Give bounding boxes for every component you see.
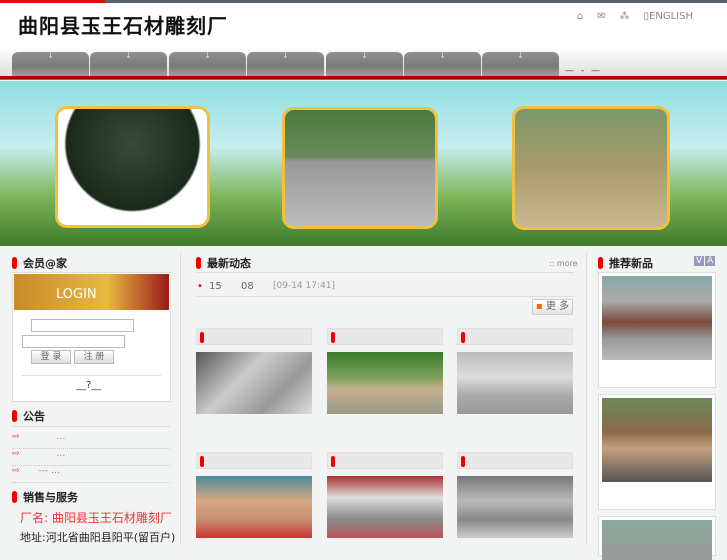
nav-tab-6[interactable]: ↓	[404, 52, 481, 76]
product-title-bar[interactable]	[196, 452, 312, 469]
login-box: LOGIN 登 录 注 册 __?__	[12, 272, 171, 402]
bullet-icon: •	[197, 281, 203, 292]
nav-tab-7[interactable]: ↓	[482, 52, 559, 76]
notice-item[interactable]: ⇨ …	[12, 432, 170, 449]
product-image[interactable]	[327, 352, 443, 414]
nav-extra: — - —	[565, 66, 602, 76]
product-title-bar[interactable]	[327, 452, 443, 469]
product-title-bar[interactable]	[457, 328, 573, 345]
nav-tab-2[interactable]: ↓	[90, 52, 167, 76]
divider	[196, 272, 574, 273]
divider	[586, 252, 587, 545]
divider	[196, 296, 574, 297]
home-icon[interactable]: ⌂	[577, 11, 583, 22]
sales-heading: 销售与服务	[12, 489, 78, 505]
bullet-icon: ▪	[535, 301, 543, 312]
recommend-image	[602, 398, 712, 482]
news-title: 最新动态	[207, 257, 251, 270]
product-title-bar[interactable]	[327, 328, 443, 345]
product-title-bar[interactable]	[457, 452, 573, 469]
notice-heading: 公告	[12, 408, 45, 424]
scroll-up-button[interactable]: A	[705, 256, 716, 266]
nav-tab-5[interactable]: ↓	[326, 52, 403, 76]
recommend-image	[602, 276, 712, 360]
divider	[180, 252, 181, 545]
notice-item[interactable]: ⇨ …	[12, 449, 170, 466]
recommend-nav: V A	[694, 256, 716, 266]
banner-photo-2	[282, 107, 438, 229]
recommend-item[interactable]	[598, 516, 716, 560]
arrow-icon: ⇨	[12, 466, 20, 476]
arrow-icon: ⇨	[12, 432, 20, 442]
nav-tab-4[interactable]: ↓	[247, 52, 324, 76]
news-more-link[interactable]: :: more	[549, 259, 578, 268]
product-image[interactable]	[457, 352, 573, 414]
recommend-item[interactable]	[598, 272, 716, 388]
product-image[interactable]	[196, 352, 312, 414]
notice-item[interactable]: ⇨ --- …	[12, 466, 170, 483]
recommend-title: 推荐新品	[609, 257, 653, 270]
register-button[interactable]: 注 册	[74, 350, 114, 364]
recommend-item[interactable]	[598, 394, 716, 510]
factory-name: 厂名: 曲阳县玉王石材雕刻厂	[20, 511, 172, 525]
nav-underline	[0, 76, 727, 80]
news-heading: 最新动态	[196, 255, 251, 271]
member-heading: 会员@家	[12, 255, 67, 271]
more-button[interactable]: ▪ 更 多	[532, 299, 573, 315]
scroll-down-button[interactable]: V	[694, 256, 705, 266]
english-link[interactable]: ▯ENGLISH	[644, 11, 693, 22]
nav-tab-3[interactable]: ↓	[169, 52, 246, 76]
sitemap-icon[interactable]: ⁂	[620, 11, 630, 22]
recommend-heading: 推荐新品	[598, 255, 653, 271]
forgot-password-link[interactable]: __?__	[76, 380, 101, 391]
username-input[interactable]	[31, 319, 134, 332]
notice-title: 公告	[23, 410, 45, 423]
recommend-image	[602, 520, 712, 560]
product-image[interactable]	[196, 476, 312, 538]
site-logo[interactable]: 曲阳县玉王石材雕刻厂	[18, 10, 228, 39]
mail-icon[interactable]: ✉	[597, 11, 605, 22]
member-title: 会员@家	[23, 257, 67, 270]
password-input[interactable]	[22, 335, 125, 348]
banner-photo-3	[512, 106, 670, 230]
product-image[interactable]	[327, 476, 443, 538]
banner-photo-1	[55, 106, 210, 228]
banner	[0, 81, 727, 246]
news-item[interactable]: • 15 08 [09-14 17:41]	[197, 281, 335, 292]
product-image[interactable]	[457, 476, 573, 538]
login-banner: LOGIN	[14, 274, 169, 310]
sales-title: 销售与服务	[23, 491, 78, 504]
header-tools: ⌂ ✉ ⁂ ▯ENGLISH	[577, 11, 693, 22]
divider	[22, 375, 161, 376]
nav-tab-1[interactable]: ↓	[12, 52, 89, 76]
divider	[12, 426, 170, 427]
arrow-icon: ⇨	[12, 449, 20, 459]
login-button[interactable]: 登 录	[31, 350, 71, 364]
product-title-bar[interactable]	[196, 328, 312, 345]
factory-address: 地址:河北省曲阳县阳平(留百户)	[20, 531, 176, 544]
